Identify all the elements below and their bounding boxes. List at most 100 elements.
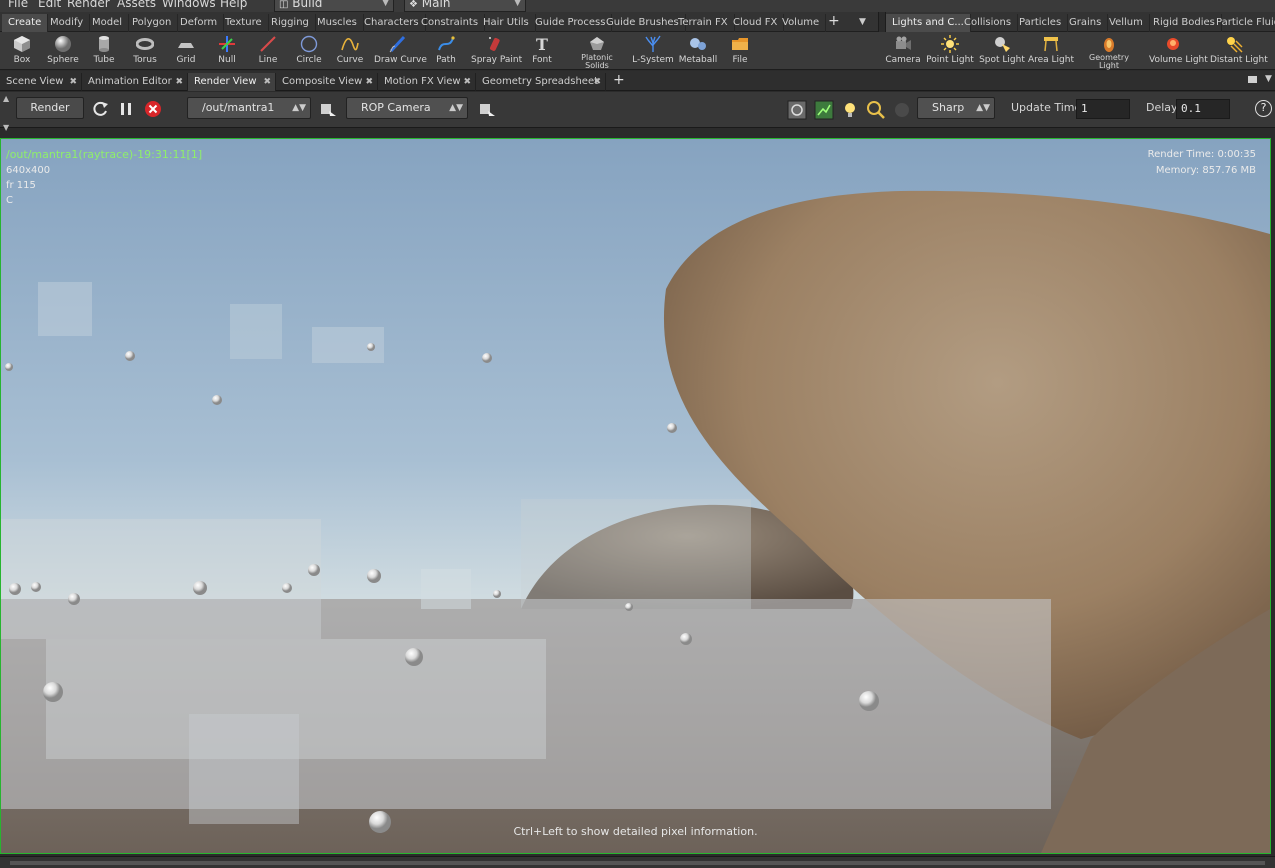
timeline-strip[interactable]: [0, 856, 1275, 868]
tool-draw-curve[interactable]: Draw Curve: [374, 33, 427, 69]
pane-menu-chevron-down-icon[interactable]: ▼: [1265, 74, 1272, 84]
pane-tabs: Scene View ✖ Animation Editor ✖ Render Vie…: [0, 71, 1275, 91]
shelf-tab-modify[interactable]: Modify: [44, 14, 91, 32]
shelf-tab-deform[interactable]: Deform: [174, 14, 225, 32]
tab-scene-view[interactable]: Scene View ✖: [0, 73, 82, 91]
help-icon[interactable]: ?: [1255, 100, 1272, 117]
shelf-tab-hair-utils[interactable]: Hair Utils: [477, 14, 536, 32]
path-icon: [438, 36, 455, 51]
menu-render[interactable]: Render: [67, 0, 110, 10]
tube-icon: [99, 36, 109, 52]
null-icon: [219, 36, 235, 52]
camera-selector[interactable]: ROP Camera ▲▼: [346, 97, 468, 119]
add-shelf-icon[interactable]: +: [828, 13, 840, 29]
region-icon[interactable]: [892, 100, 912, 120]
close-icon[interactable]: ✖: [175, 73, 183, 91]
shelf-tab-grains[interactable]: Grains: [1063, 14, 1109, 32]
menu-assets[interactable]: Assets: [117, 0, 156, 10]
tab-render-view[interactable]: Render View ✖: [188, 73, 276, 91]
rop-path-selector[interactable]: /out/mantra1 ▲▼: [187, 97, 311, 119]
collapse-up-icon[interactable]: ▲: [3, 94, 9, 103]
sphere-icon: [55, 36, 71, 52]
tab-composite-view[interactable]: Composite View ✖: [276, 73, 378, 91]
file-icon: [732, 38, 748, 50]
tool-spot-light[interactable]: Spot Light: [978, 33, 1026, 69]
pixel-info-hint: Ctrl+Left to show detailed pixel informa…: [513, 825, 758, 838]
menu-help[interactable]: Help: [220, 0, 247, 10]
tool-spray-paint[interactable]: Spray Paint: [471, 33, 522, 69]
shelf-tab-model[interactable]: Model: [86, 14, 130, 32]
tool-file[interactable]: File: [716, 33, 764, 69]
refresh-icon[interactable]: [90, 99, 110, 119]
tool-point-light[interactable]: Point Light: [926, 33, 974, 69]
filter-selector[interactable]: Sharp ▲▼: [917, 97, 995, 119]
shelf-tab-polygon[interactable]: Polygon: [126, 14, 179, 32]
shelf-tab-particles[interactable]: Particles: [1013, 14, 1069, 32]
menu-bar: File Edit Render Assets Windows Help ◫ B…: [0, 0, 1275, 12]
desktop-icon: ◫: [279, 0, 289, 10]
tab-geometry-spreadsheet[interactable]: Geometry Spreadsheet ✖: [476, 73, 606, 91]
line-icon: [260, 36, 276, 52]
jump-to-camera-icon[interactable]: [477, 100, 497, 120]
preview-mode-icon[interactable]: [814, 100, 834, 120]
resolution-label: 640x400: [6, 165, 51, 176]
zoom-icon[interactable]: [866, 100, 886, 120]
maximize-pane-icon[interactable]: [1248, 76, 1257, 83]
close-icon[interactable]: ✖: [263, 73, 271, 91]
tool-font[interactable]: T Font: [518, 33, 566, 69]
curve-icon: [341, 38, 359, 51]
stop-render-icon[interactable]: [143, 99, 163, 119]
metaball-icon: [690, 38, 706, 50]
tool-platonic-solids[interactable]: Platonic Solids: [573, 33, 621, 70]
tool-area-light[interactable]: Area Light: [1027, 33, 1075, 69]
tool-l-system[interactable]: L-System: [629, 33, 677, 69]
distant-light-icon: [1227, 37, 1243, 53]
shelf-tab-create[interactable]: Create: [2, 14, 49, 32]
tool-camera[interactable]: Camera: [879, 33, 927, 69]
menu-edit[interactable]: Edit: [38, 0, 61, 10]
tool-volume-light[interactable]: Volume Light: [1149, 33, 1208, 69]
shelf-tab-terrain-fx[interactable]: Terrain FX: [672, 14, 735, 32]
desktop-name: Build: [292, 0, 323, 10]
tool-curve[interactable]: Curve: [326, 33, 374, 69]
tool-metaball[interactable]: Metaball: [674, 33, 722, 69]
render-viewport[interactable]: /out/mantra1(raytrace)-19:31:11[1] 640x4…: [0, 138, 1271, 854]
timeline-track: [10, 861, 1265, 865]
shelf-tab-constraints[interactable]: Constraints: [415, 14, 486, 32]
tool-distant-light[interactable]: Distant Light: [1210, 33, 1268, 69]
render-button[interactable]: Render: [16, 97, 84, 119]
collapse-down-icon[interactable]: ▼: [3, 123, 9, 132]
shelf-tab-volume[interactable]: Volume: [776, 14, 827, 32]
tab-animation-editor[interactable]: Animation Editor ✖: [82, 73, 188, 91]
menu-file[interactable]: File: [8, 0, 28, 10]
menu-windows[interactable]: Windows: [162, 0, 216, 10]
network-selector[interactable]: ❖ Main ▼: [404, 0, 526, 12]
shelf-tabs: Create Modify Model Polygon Deform Textu…: [0, 12, 1275, 32]
shelf-tab-vellum[interactable]: Vellum: [1103, 14, 1150, 32]
pause-icon[interactable]: [116, 99, 136, 119]
jump-to-operator-icon[interactable]: [318, 100, 338, 120]
render-toolbar: ▲ ▼ Render /out/mantra1 ▲▼ ROP Camera ▲▼ S…: [0, 92, 1275, 132]
shelf-tab-rigging[interactable]: Rigging: [265, 14, 316, 32]
render-image: [1, 139, 1270, 853]
delay-field[interactable]: 0.1: [1176, 99, 1230, 119]
light-bulb-icon[interactable]: [840, 100, 860, 120]
tool-path[interactable]: Path: [422, 33, 470, 69]
shelf-tab-particle-fluids[interactable]: Particle Fluids: [1210, 14, 1275, 32]
tab-motion-fx-view[interactable]: Motion FX View ✖: [378, 73, 476, 91]
snapshot-icon[interactable]: [787, 100, 807, 120]
shelf-tab-collisions[interactable]: Collisions: [958, 14, 1019, 32]
close-icon[interactable]: ✖: [69, 73, 77, 91]
close-icon[interactable]: ✖: [365, 73, 373, 91]
draw-curve-icon: [389, 35, 406, 53]
update-time-field[interactable]: 1: [1076, 99, 1130, 119]
desktop-selector[interactable]: ◫ Build ▼: [274, 0, 394, 12]
chevron-updown-icon: ▲▼: [292, 103, 306, 113]
shelf-menu-chevron-down-icon[interactable]: ▼: [859, 17, 866, 27]
close-icon[interactable]: ✖: [463, 73, 471, 91]
shelf-tab-texture[interactable]: Texture: [219, 14, 269, 32]
shelf-tab-muscles[interactable]: Muscles: [311, 14, 364, 32]
tool-geometry-light[interactable]: Geometry Light: [1085, 33, 1133, 70]
close-icon[interactable]: ✖: [593, 73, 601, 91]
add-tab-icon[interactable]: +: [613, 72, 625, 88]
